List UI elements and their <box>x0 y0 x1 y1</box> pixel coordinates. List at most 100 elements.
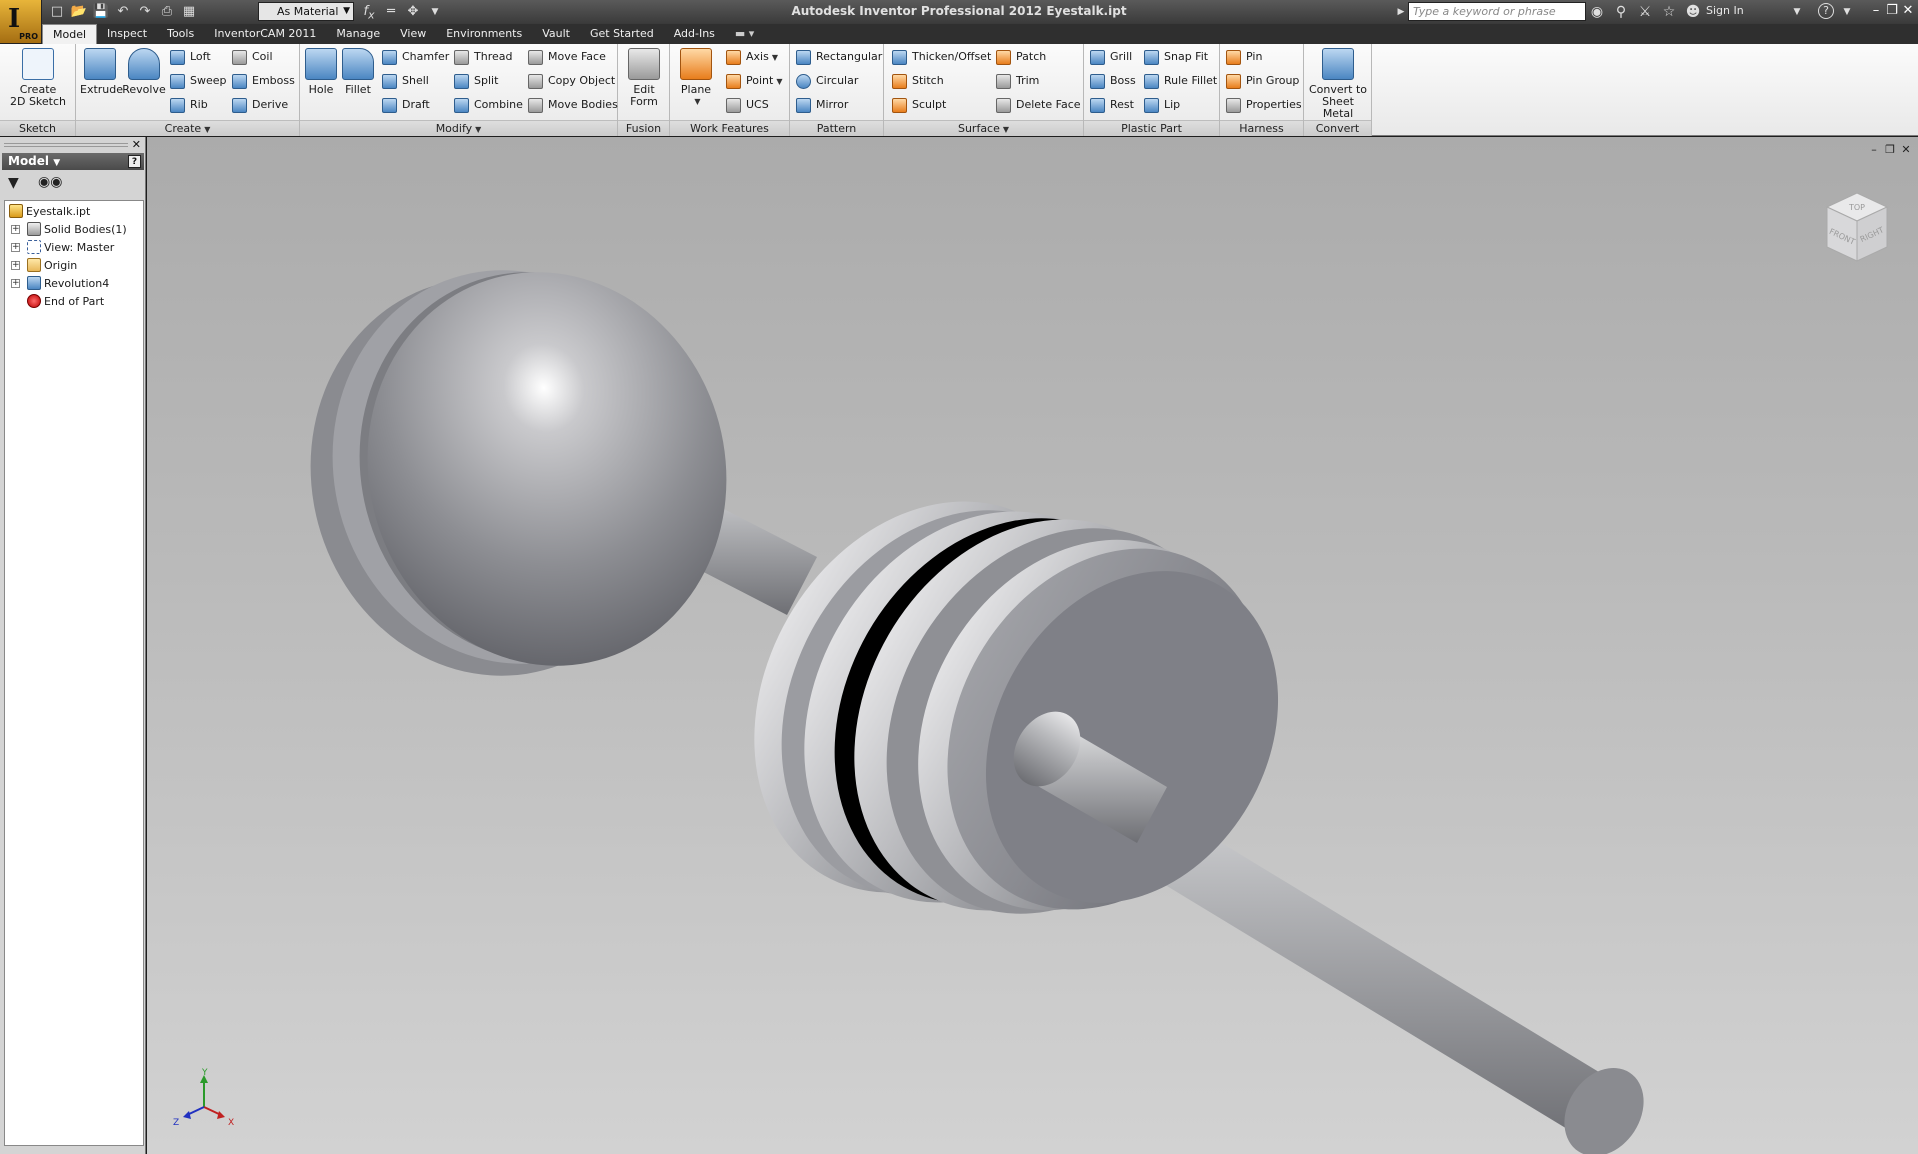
group-title-surface[interactable]: Surface ▼ <box>884 120 1083 136</box>
lip-button[interactable]: Lip <box>1144 95 1180 115</box>
group-title-modify[interactable]: Modify ▼ <box>300 120 617 136</box>
chamfer-button[interactable]: Chamfer <box>382 47 449 67</box>
stitch-button[interactable]: Stitch <box>892 71 944 91</box>
sign-in-link[interactable]: Sign In <box>1706 4 1744 17</box>
trim-button[interactable]: Trim <box>996 71 1039 91</box>
snap-fit-button[interactable]: Snap Fit <box>1144 47 1208 67</box>
close-icon[interactable]: ✕ <box>1900 2 1916 20</box>
plane-button[interactable]: Plane ▼ <box>674 48 718 108</box>
point-button[interactable]: Point ▼ <box>726 71 782 91</box>
axis-button[interactable]: Axis ▼ <box>726 47 778 67</box>
parameters-fx-icon[interactable]: fx <box>360 3 378 22</box>
material-select[interactable]: As Material ▼ <box>258 2 354 21</box>
print-icon[interactable]: ⎙ <box>158 3 176 21</box>
tab-view[interactable]: View <box>390 24 436 44</box>
group-title-create[interactable]: Create ▼ <box>76 120 299 136</box>
tree-node-solid-bodies[interactable]: + Solid Bodies(1) <box>11 221 127 239</box>
new-file-icon[interactable]: □ <box>48 3 66 21</box>
model-render[interactable] <box>147 137 1918 1154</box>
pin-group-button[interactable]: Pin Group <box>1226 71 1299 91</box>
browser-help-icon[interactable]: ? <box>128 155 141 168</box>
favorites-star-icon[interactable]: ☆ <box>1660 3 1678 21</box>
loft-button[interactable]: Loft <box>170 47 211 67</box>
save-icon[interactable]: 💾 <box>92 3 110 21</box>
minimize-icon[interactable]: – <box>1868 2 1884 20</box>
expand-plus-icon[interactable]: + <box>11 261 20 270</box>
copy-object-button[interactable]: Copy Object <box>528 71 615 91</box>
graphics-viewport[interactable]: – ❐ ✕ TOP FRONT RIGHT Y X Z <box>147 137 1918 1154</box>
select-filter-icon[interactable]: ✥ <box>404 3 422 21</box>
edit-form-button[interactable]: Edit Form <box>622 48 666 108</box>
close-icon[interactable]: ✕ <box>132 138 141 151</box>
ribbon-display-toggle-icon[interactable]: ▬ ▾ <box>725 24 764 44</box>
move-bodies-button[interactable]: Move Bodies <box>528 95 618 115</box>
user-icon[interactable]: ☻ <box>1684 3 1702 21</box>
browser-header[interactable]: Model ▼ ? <box>2 153 144 170</box>
move-face-button[interactable]: Move Face <box>528 47 606 67</box>
filter-icon[interactable]: ▼ <box>8 175 19 191</box>
open-file-icon[interactable]: 📂 <box>70 3 88 21</box>
hole-button[interactable]: Hole <box>304 48 338 96</box>
tab-manage[interactable]: Manage <box>326 24 390 44</box>
grill-button[interactable]: Grill <box>1090 47 1132 67</box>
circular-pattern-button[interactable]: Circular <box>796 71 858 91</box>
viewcube[interactable]: TOP FRONT RIGHT <box>1817 185 1897 275</box>
tab-environments[interactable]: Environments <box>436 24 532 44</box>
tab-vault[interactable]: Vault <box>532 24 580 44</box>
rectangular-pattern-button[interactable]: Rectangular <box>796 47 882 67</box>
pin-button[interactable]: Pin <box>1226 47 1262 67</box>
rest-button[interactable]: Rest <box>1090 95 1134 115</box>
tree-node-revolution4[interactable]: + Revolution4 <box>11 275 109 293</box>
sign-in-chevron-icon[interactable]: ▼ <box>1788 3 1806 21</box>
thread-button[interactable]: Thread <box>454 47 512 67</box>
undo-icon[interactable]: ↶ <box>114 3 132 21</box>
restore-icon[interactable]: ❐ <box>1884 2 1900 20</box>
thicken-offset-button[interactable]: Thicken/Offset <box>892 47 991 67</box>
ucs-button[interactable]: UCS <box>726 95 769 115</box>
tab-tools[interactable]: Tools <box>157 24 204 44</box>
expand-plus-icon[interactable]: + <box>11 225 20 234</box>
sculpt-button[interactable]: Sculpt <box>892 95 946 115</box>
fillet-button[interactable]: Fillet <box>340 48 376 96</box>
tab-model[interactable]: Model <box>42 24 98 44</box>
mirror-button[interactable]: Mirror <box>796 95 848 115</box>
tree-node-end-of-part[interactable]: End of Part <box>27 293 104 311</box>
redo-icon[interactable]: ↷ <box>136 3 154 21</box>
tab-inventorcam[interactable]: InventorCAM 2011 <box>204 24 326 44</box>
expand-plus-icon[interactable]: + <box>11 279 20 288</box>
binoculars-icon[interactable]: ◉ <box>1588 3 1606 21</box>
coil-button[interactable]: Coil <box>232 47 273 67</box>
subscription-key-icon[interactable]: ⚲ <box>1612 3 1630 21</box>
boss-button[interactable]: Boss <box>1090 71 1136 91</box>
create-2d-sketch-button[interactable]: Create 2D Sketch <box>6 48 70 108</box>
extrude-button[interactable]: Extrude <box>80 48 123 96</box>
update-icon[interactable]: ▦ <box>180 3 198 21</box>
head-dome[interactable] <box>266 230 770 717</box>
rib-button[interactable]: Rib <box>170 95 208 115</box>
combine-button[interactable]: Combine <box>454 95 523 115</box>
search-input[interactable]: Type a keyword or phrase <box>1408 2 1586 21</box>
tab-inspect[interactable]: Inspect <box>97 24 157 44</box>
revolve-button[interactable]: Revolve <box>122 48 166 96</box>
tree-node-root[interactable]: Eyestalk.ipt <box>9 203 90 221</box>
split-button[interactable]: Split <box>454 71 498 91</box>
rule-fillet-button[interactable]: Rule Fillet <box>1144 71 1217 91</box>
line-style-icon[interactable]: ═ <box>382 3 400 21</box>
shell-button[interactable]: Shell <box>382 71 429 91</box>
customize-qat-chevron-icon[interactable]: ▼ <box>426 3 444 21</box>
communication-center-icon[interactable]: ⚔ <box>1636 3 1654 21</box>
browser-drag-grip[interactable] <box>4 143 128 147</box>
delete-face-button[interactable]: Delete Face <box>996 95 1081 115</box>
tab-get-started[interactable]: Get Started <box>580 24 664 44</box>
derive-button[interactable]: Derive <box>232 95 288 115</box>
draft-button[interactable]: Draft <box>382 95 430 115</box>
harness-properties-button[interactable]: Properties <box>1226 95 1302 115</box>
help-chevron-icon[interactable]: ▼ <box>1838 3 1856 21</box>
help-icon[interactable]: ? <box>1818 3 1834 19</box>
tab-add-ins[interactable]: Add-Ins <box>664 24 725 44</box>
convert-to-sheet-metal-button[interactable]: Convert to Sheet Metal <box>1306 48 1370 120</box>
tree-node-origin[interactable]: + Origin <box>11 257 77 275</box>
patch-button[interactable]: Patch <box>996 47 1046 67</box>
tree-node-view-master[interactable]: + View: Master <box>11 239 114 257</box>
emboss-button[interactable]: Emboss <box>232 71 295 91</box>
